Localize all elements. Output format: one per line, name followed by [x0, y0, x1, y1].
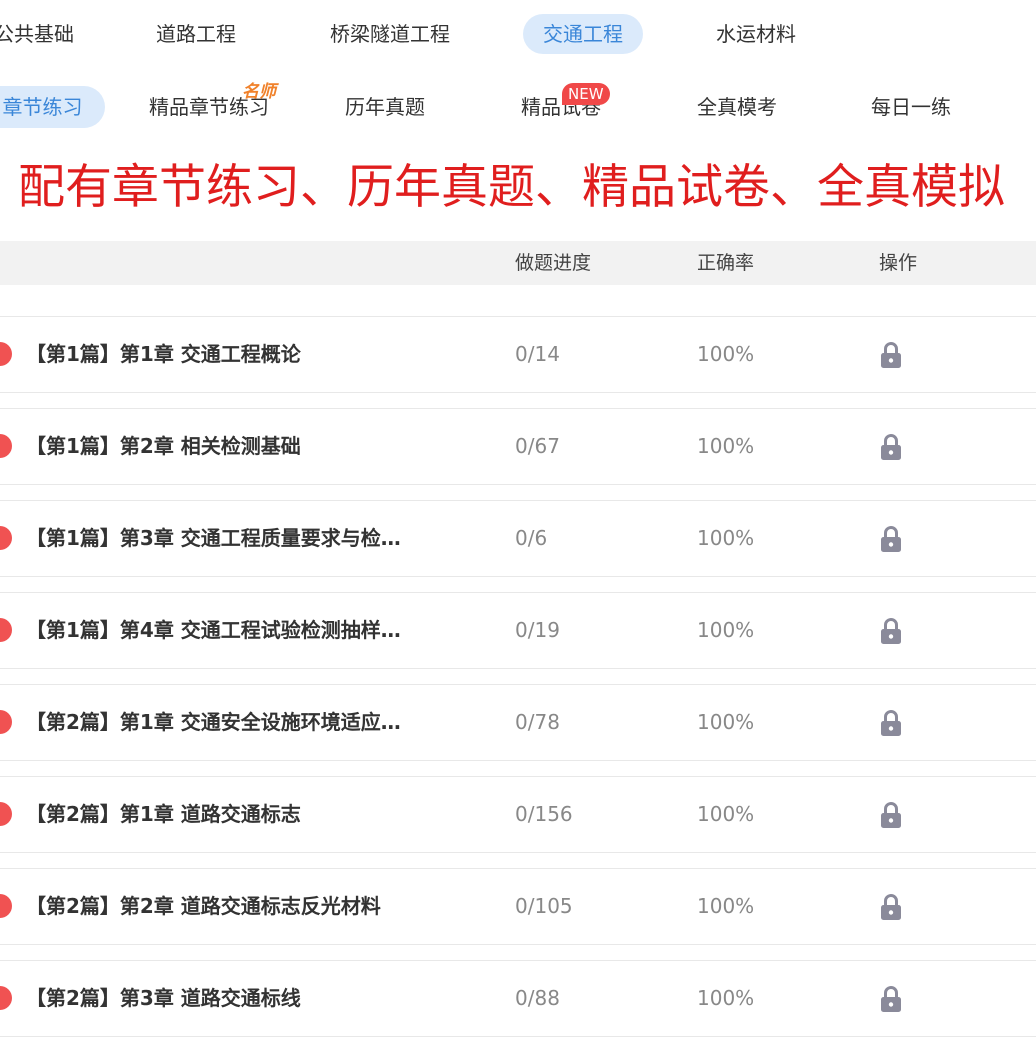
- tab-subject-road-engineering[interactable]: 道路工程: [148, 14, 244, 54]
- tab-past-exams[interactable]: 历年真题: [336, 86, 434, 128]
- chapter-progress: 0/6: [515, 526, 548, 550]
- lock-icon[interactable]: [879, 893, 903, 921]
- tab-subject-public-basics[interactable]: 公共基础: [0, 14, 82, 54]
- lock-icon[interactable]: [879, 433, 903, 461]
- chapter-name: 【第2篇】第2章 道路交通标志反光材料: [26, 894, 381, 918]
- chapter-name: 【第2篇】第1章 道路交通标志: [26, 802, 301, 826]
- status-dot-icon: [0, 342, 12, 366]
- famous-teacher-badge: 名师: [242, 82, 276, 102]
- lock-icon[interactable]: [879, 985, 903, 1013]
- tab-premium-papers[interactable]: 精品试卷 NEW: [512, 83, 610, 128]
- tab-subject-traffic-engineering[interactable]: 交通工程: [523, 14, 643, 54]
- lock-icon[interactable]: [879, 801, 903, 829]
- column-header-action: 操作: [879, 252, 918, 274]
- column-header-accuracy: 正确率: [697, 252, 755, 274]
- lock-icon[interactable]: [879, 525, 903, 553]
- table-row[interactable]: 【第1篇】第1章 交通工程概论 0/14 100%: [0, 316, 1036, 393]
- tab-premium-chapter-practice[interactable]: 精品章节练习 名师: [140, 82, 278, 128]
- new-badge: NEW: [562, 83, 610, 105]
- chapter-name: 【第1篇】第4章 交通工程试验检测抽样…: [26, 618, 401, 642]
- status-dot-icon: [0, 618, 12, 642]
- table-row[interactable]: 【第2篇】第3章 道路交通标线 0/88 100%: [0, 960, 1036, 1037]
- table-row[interactable]: 【第2篇】第1章 交通安全设施环境适应… 0/78 100%: [0, 684, 1036, 761]
- status-dot-icon: [0, 710, 12, 734]
- chapter-name: 【第1篇】第3章 交通工程质量要求与检…: [26, 526, 401, 550]
- table-row[interactable]: 【第1篇】第4章 交通工程试验检测抽样… 0/19 100%: [0, 592, 1036, 669]
- tab-subject-water-transport-materials[interactable]: 水运材料: [706, 14, 806, 54]
- status-dot-icon: [0, 526, 12, 550]
- chapter-accuracy: 100%: [697, 434, 755, 458]
- chapter-name: 【第1篇】第2章 相关检测基础: [26, 434, 301, 458]
- chapter-name: 【第2篇】第1章 交通安全设施环境适应…: [26, 710, 401, 734]
- chapter-progress: 0/78: [515, 710, 560, 734]
- chapter-accuracy: 100%: [697, 342, 755, 366]
- chapter-accuracy: 100%: [697, 802, 755, 826]
- promo-banner: 配有章节练习、历年真题、精品试卷、全真模拟: [18, 160, 1005, 215]
- chapter-accuracy: 100%: [697, 618, 755, 642]
- chapter-name: 【第2篇】第3章 道路交通标线: [26, 986, 301, 1010]
- status-dot-icon: [0, 894, 12, 918]
- status-dot-icon: [0, 986, 12, 1010]
- mode-tab-bar: 章节练习 精品章节练习 名师 历年真题 精品试卷 NEW 全真模考 每日一练: [0, 70, 1036, 140]
- tab-chapter-practice[interactable]: 章节练习: [0, 86, 105, 128]
- table-row[interactable]: 【第1篇】第2章 相关检测基础 0/67 100%: [0, 408, 1036, 485]
- table-row[interactable]: 【第2篇】第1章 道路交通标志 0/156 100%: [0, 776, 1036, 853]
- tab-daily-practice[interactable]: 每日一练: [862, 86, 960, 128]
- status-dot-icon: [0, 434, 12, 458]
- chapter-progress: 0/67: [515, 434, 560, 458]
- chapter-name: 【第1篇】第1章 交通工程概论: [26, 342, 301, 366]
- chapter-progress: 0/105: [515, 894, 573, 918]
- lock-icon[interactable]: [879, 709, 903, 737]
- chapter-progress: 0/156: [515, 802, 573, 826]
- table-row[interactable]: 【第1篇】第3章 交通工程质量要求与检… 0/6 100%: [0, 500, 1036, 577]
- chapter-accuracy: 100%: [697, 894, 755, 918]
- column-header-progress: 做题进度: [515, 252, 592, 274]
- tab-subject-bridge-tunnel[interactable]: 桥梁隧道工程: [318, 14, 462, 54]
- chapter-accuracy: 100%: [697, 526, 755, 550]
- chapter-accuracy: 100%: [697, 986, 755, 1010]
- status-dot-icon: [0, 802, 12, 826]
- lock-icon[interactable]: [879, 617, 903, 645]
- table-header: 做题进度 正确率 操作: [0, 241, 1036, 285]
- lock-icon[interactable]: [879, 341, 903, 369]
- chapter-progress: 0/14: [515, 342, 560, 366]
- chapter-progress: 0/88: [515, 986, 560, 1010]
- chapter-progress: 0/19: [515, 618, 560, 642]
- tab-mock-exam[interactable]: 全真模考: [688, 86, 786, 128]
- subject-tab-bar: 公共基础 道路工程 桥梁隧道工程 交通工程 水运材料: [0, 0, 1036, 70]
- table-row[interactable]: 【第2篇】第2章 道路交通标志反光材料 0/105 100%: [0, 868, 1036, 945]
- chapter-accuracy: 100%: [697, 710, 755, 734]
